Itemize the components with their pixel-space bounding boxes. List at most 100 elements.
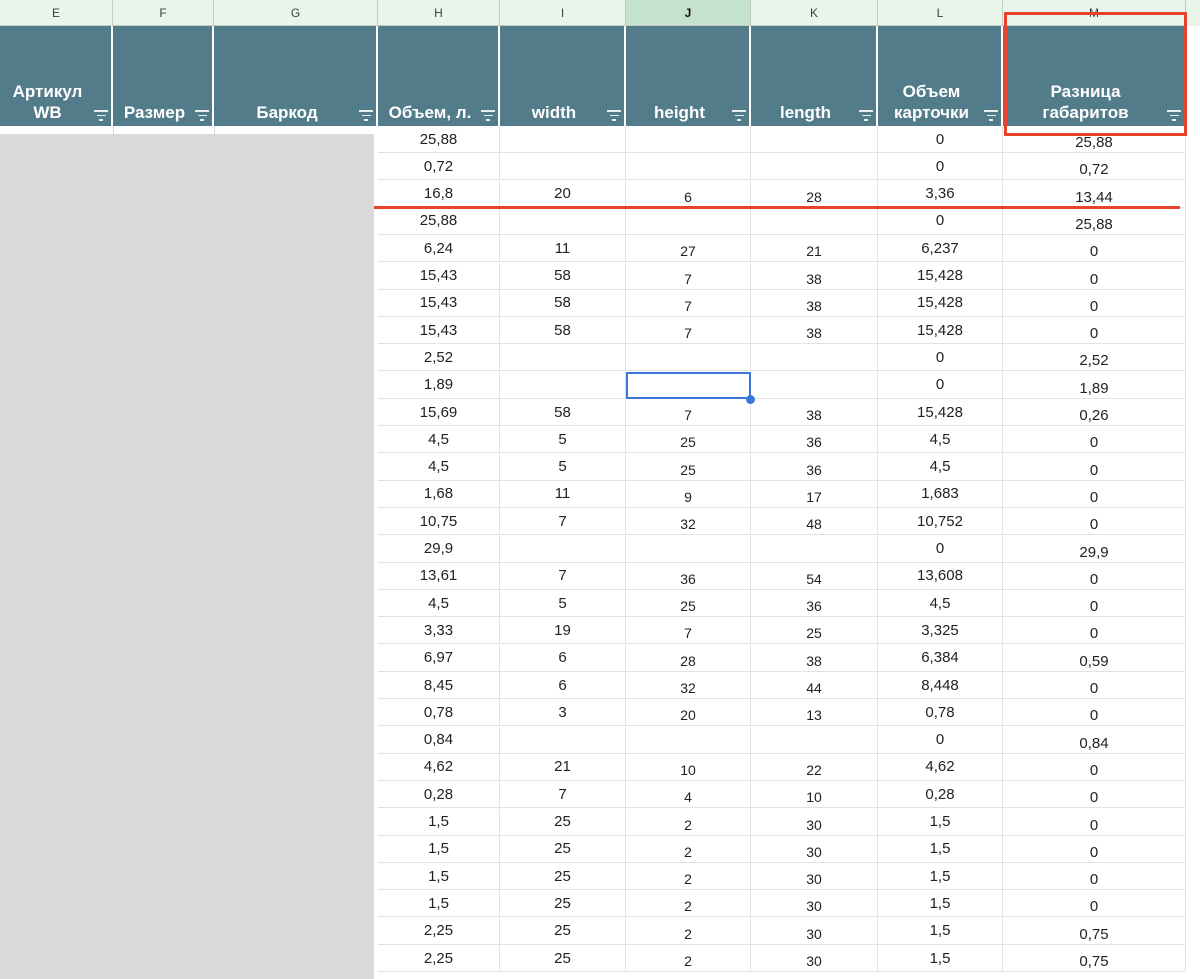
- cell-m[interactable]: 0: [1003, 289, 1186, 317]
- selected-cell[interactable]: [626, 372, 751, 399]
- cell-l[interactable]: 1,5: [878, 863, 1003, 891]
- cell-k[interactable]: [751, 726, 878, 754]
- filter-icon[interactable]: [859, 110, 873, 121]
- cell-h[interactable]: 4,62: [378, 753, 500, 781]
- cell-j[interactable]: 32: [626, 508, 751, 536]
- cell-m[interactable]: 0: [1003, 235, 1186, 263]
- cell-i[interactable]: 58: [500, 289, 626, 317]
- cell-i[interactable]: 58: [500, 262, 626, 290]
- cell-i[interactable]: 25: [500, 890, 626, 918]
- cell-j[interactable]: [626, 207, 751, 235]
- cell-l[interactable]: 4,62: [878, 753, 1003, 781]
- cell-m[interactable]: 0: [1003, 480, 1186, 508]
- cell-m[interactable]: 0: [1003, 890, 1186, 918]
- cell-j[interactable]: 2: [626, 945, 751, 972]
- cell-i[interactable]: 6: [500, 672, 626, 699]
- cell-k[interactable]: 48: [751, 508, 878, 536]
- cell-k[interactable]: 30: [751, 808, 878, 836]
- cell-h[interactable]: 15,43: [378, 262, 500, 290]
- header-cell-e[interactable]: Артикул WB: [0, 26, 113, 126]
- cell-h[interactable]: 2,25: [378, 917, 500, 945]
- cell-i[interactable]: 3: [500, 699, 626, 727]
- cell-i[interactable]: 5: [500, 590, 626, 618]
- cell-i[interactable]: 5: [500, 426, 626, 454]
- cell-l[interactable]: 0: [878, 207, 1003, 235]
- cell-i[interactable]: 25: [500, 863, 626, 891]
- cell-l[interactable]: 0,28: [878, 781, 1003, 809]
- cell-k[interactable]: 38: [751, 289, 878, 317]
- cell-j[interactable]: 2: [626, 890, 751, 918]
- cell-h[interactable]: 6,24: [378, 235, 500, 263]
- cell-h[interactable]: 16,8: [378, 180, 500, 208]
- cell-m[interactable]: 0: [1003, 426, 1186, 454]
- column-letter-g[interactable]: G: [214, 0, 378, 26]
- cell-l[interactable]: 4,5: [878, 426, 1003, 454]
- cell-h[interactable]: 0,84: [378, 726, 500, 754]
- cell-h[interactable]: 4,5: [378, 426, 500, 454]
- cell-m[interactable]: 13,44: [1003, 180, 1186, 208]
- column-letter-k[interactable]: K: [751, 0, 878, 26]
- cell-h[interactable]: 29,9: [378, 535, 500, 563]
- cell-j[interactable]: 2: [626, 808, 751, 836]
- filter-icon[interactable]: [359, 110, 373, 121]
- cell-h[interactable]: 0,78: [378, 699, 500, 727]
- cell-l[interactable]: 4,5: [878, 453, 1003, 481]
- cell-i[interactable]: 19: [500, 617, 626, 645]
- cell-k[interactable]: 54: [751, 562, 878, 590]
- cell-j[interactable]: 32: [626, 672, 751, 699]
- cell-k[interactable]: 10: [751, 781, 878, 809]
- cell-m[interactable]: 0,84: [1003, 726, 1186, 754]
- cell-k[interactable]: 21: [751, 235, 878, 263]
- column-letter-l[interactable]: L: [878, 0, 1003, 26]
- cell-h[interactable]: 1,68: [378, 480, 500, 508]
- cell-m[interactable]: 29,9: [1003, 535, 1186, 563]
- cell-i[interactable]: 25: [500, 945, 626, 972]
- column-letter-e[interactable]: E: [0, 0, 113, 26]
- cell-l[interactable]: 6,384: [878, 644, 1003, 672]
- cell-l[interactable]: 0: [878, 726, 1003, 754]
- cell-i[interactable]: 5: [500, 453, 626, 481]
- cell-m[interactable]: 0,75: [1003, 917, 1186, 945]
- cell-m[interactable]: 0: [1003, 863, 1186, 891]
- filter-icon[interactable]: [195, 110, 209, 121]
- cell-k[interactable]: 30: [751, 863, 878, 891]
- cell-h[interactable]: 8,45: [378, 672, 500, 699]
- cell-h[interactable]: 2,52: [378, 344, 500, 372]
- cell-l[interactable]: 0: [878, 126, 1003, 153]
- cell-j[interactable]: 2: [626, 917, 751, 945]
- filter-icon[interactable]: [481, 110, 495, 121]
- cell-k[interactable]: 17: [751, 480, 878, 508]
- cell-i[interactable]: 11: [500, 235, 626, 263]
- cell-m[interactable]: 0: [1003, 317, 1186, 345]
- cell-h[interactable]: 10,75: [378, 508, 500, 536]
- header-cell-g[interactable]: Баркод: [214, 26, 378, 126]
- cell-i[interactable]: 7: [500, 781, 626, 809]
- cell-h[interactable]: 4,5: [378, 590, 500, 618]
- cell-k[interactable]: 38: [751, 317, 878, 345]
- cell-k[interactable]: 28: [751, 180, 878, 208]
- cell-l[interactable]: 1,5: [878, 945, 1003, 972]
- cell-k[interactable]: [751, 344, 878, 372]
- cell-j[interactable]: 7: [626, 262, 751, 290]
- cell-l[interactable]: 1,5: [878, 835, 1003, 863]
- cell-j[interactable]: 28: [626, 644, 751, 672]
- cell-j[interactable]: [626, 726, 751, 754]
- cell-k[interactable]: [751, 153, 878, 181]
- cell-h[interactable]: 15,69: [378, 399, 500, 426]
- cell-m[interactable]: 0: [1003, 672, 1186, 699]
- column-letter-i[interactable]: I: [500, 0, 626, 26]
- cell-m[interactable]: 0: [1003, 781, 1186, 809]
- cell-k[interactable]: [751, 371, 878, 399]
- cell-i[interactable]: [500, 153, 626, 181]
- cell-i[interactable]: 25: [500, 917, 626, 945]
- cell-h[interactable]: 4,5: [378, 453, 500, 481]
- header-cell-f[interactable]: Размер: [113, 26, 214, 126]
- cell-h[interactable]: 1,5: [378, 863, 500, 891]
- cell-i[interactable]: [500, 726, 626, 754]
- cell-l[interactable]: 1,5: [878, 917, 1003, 945]
- cell-l[interactable]: 4,5: [878, 590, 1003, 618]
- filter-icon[interactable]: [732, 110, 746, 121]
- cell-h[interactable]: 25,88: [378, 207, 500, 235]
- cell-k[interactable]: 30: [751, 890, 878, 918]
- cell-l[interactable]: 0: [878, 344, 1003, 372]
